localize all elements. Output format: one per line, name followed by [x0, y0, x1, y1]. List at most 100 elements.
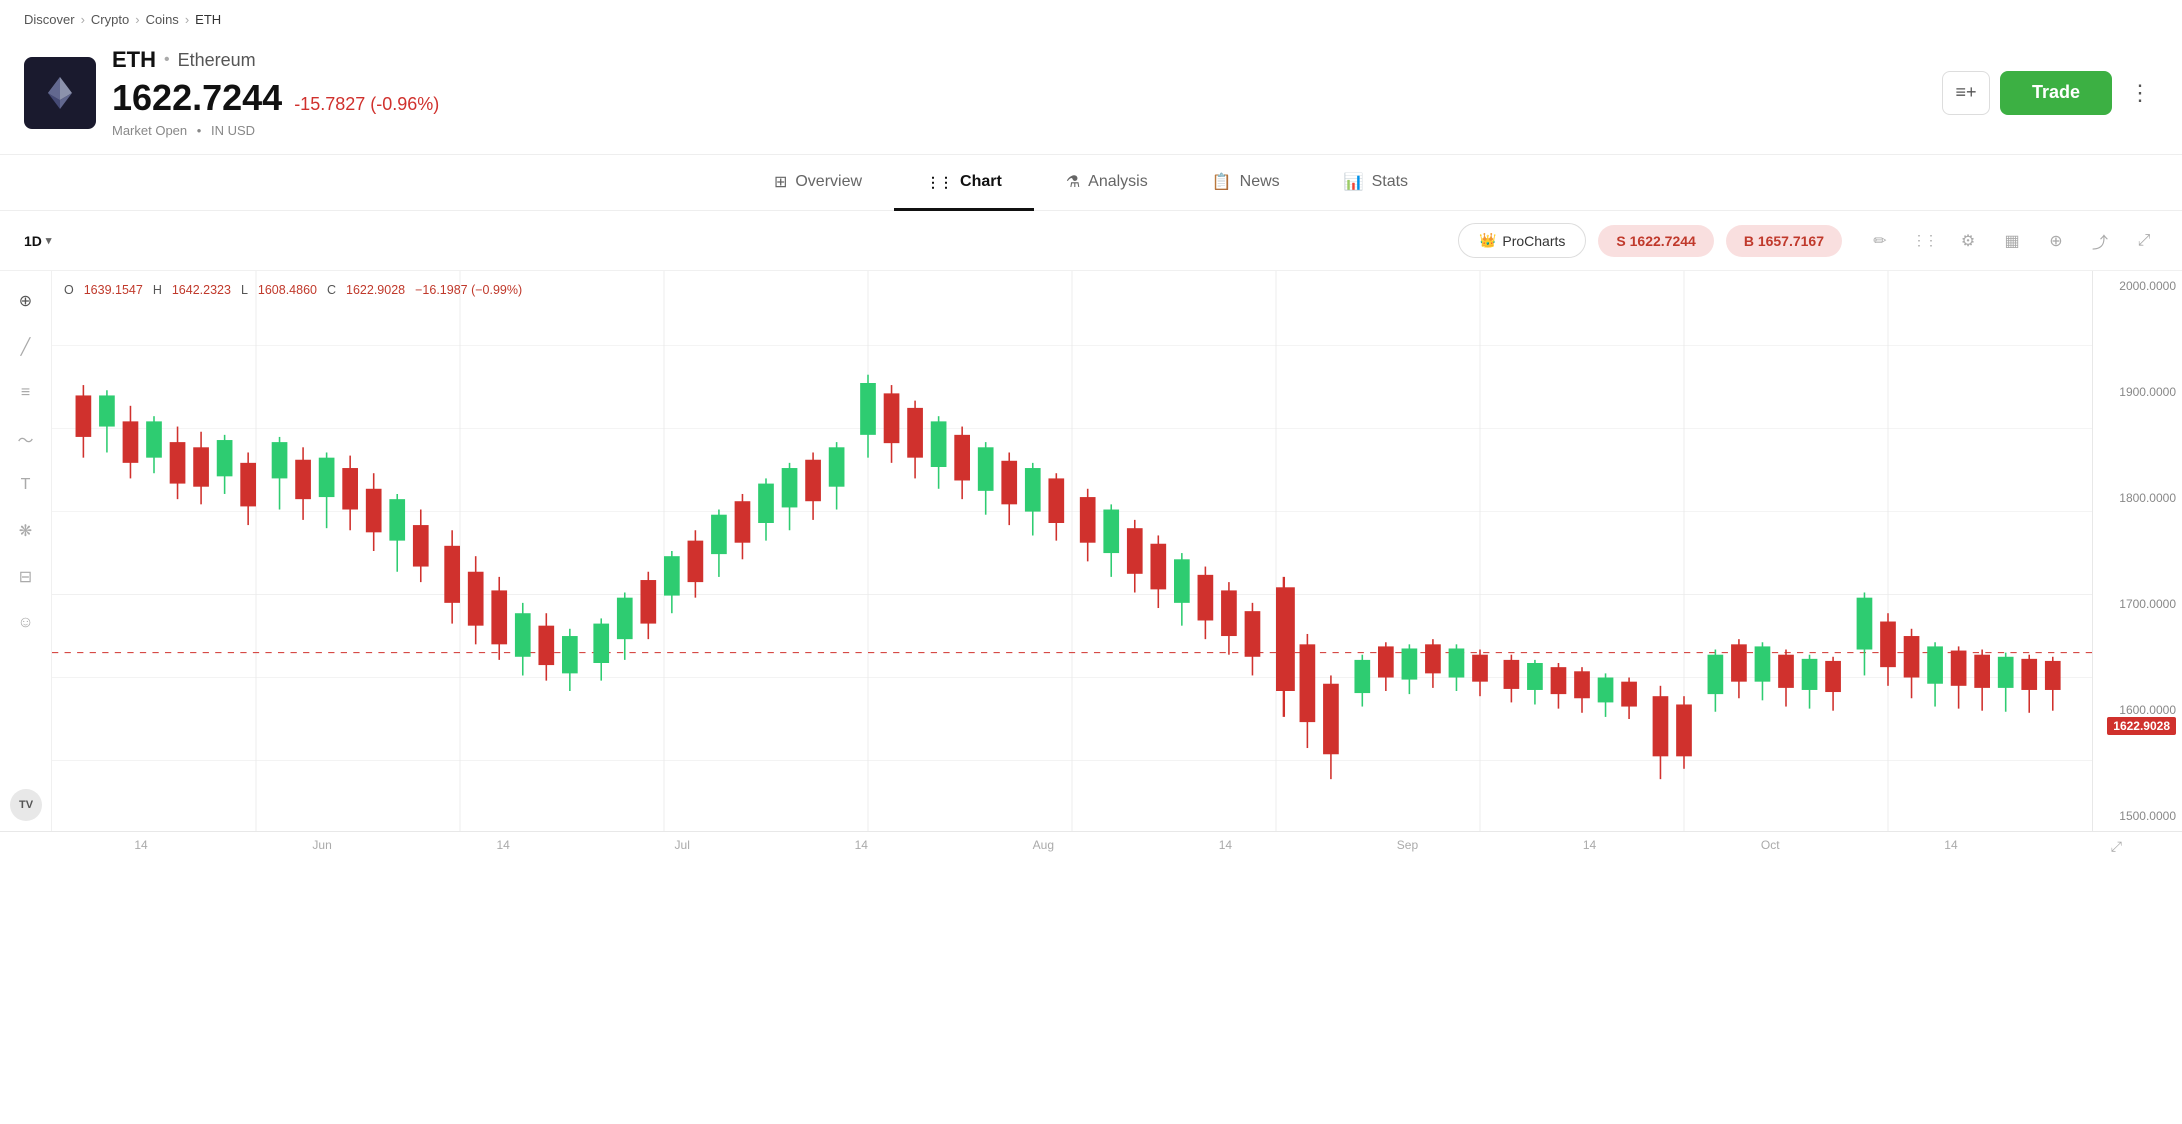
emoji-tool[interactable]: ☺: [10, 609, 42, 637]
tab-overview-label: Overview: [795, 173, 862, 191]
price-level-1500: 1500.0000: [2099, 809, 2176, 823]
eth-logo: [24, 57, 96, 129]
ohlc-l-label: L: [241, 283, 248, 297]
left-tools: ⊕ ╱ ≡ 〜 T ❋ TV ⊟ ☺: [0, 271, 52, 831]
price: 1622.7244: [112, 77, 282, 119]
overview-icon: ⊞: [774, 172, 787, 192]
ohlc-o-val: 1639.1547: [84, 283, 143, 297]
crosshair-tool[interactable]: ⊕: [10, 287, 42, 315]
date-label-14b: 14: [496, 838, 509, 855]
ohlc-h-label: H: [153, 283, 162, 297]
date-label-jun: Jun: [312, 838, 331, 855]
procharts-label: ProCharts: [1502, 233, 1565, 249]
current-price-badge: 1622.9028: [2107, 717, 2176, 735]
tab-stats-label: Stats: [1372, 173, 1408, 191]
tab-stats[interactable]: 📊 Stats: [1312, 156, 1440, 211]
market-row: Market Open • IN USD: [112, 123, 1942, 138]
dot-separator: •: [164, 51, 170, 69]
list-plus-icon: ≡+: [1955, 82, 1976, 103]
ohlc-h-val: 1642.2323: [172, 283, 231, 297]
breadcrumb-crypto[interactable]: Crypto: [91, 12, 129, 27]
more-options-button[interactable]: ⋮: [2122, 71, 2158, 115]
timeframe-value: 1D: [24, 233, 42, 249]
buy-button[interactable]: B 1657.7167: [1726, 225, 1842, 257]
curve-tool[interactable]: 〜: [10, 425, 42, 453]
ohlc-change: −16.1987 (−0.99%): [415, 283, 522, 297]
line-tool[interactable]: ╱: [10, 333, 42, 361]
breadcrumb-coins[interactable]: Coins: [146, 12, 179, 27]
date-label-aug: Aug: [1033, 838, 1054, 855]
sell-button[interactable]: S 1622.7244: [1598, 225, 1713, 257]
expand-date-icon[interactable]: ⤢: [2040, 838, 2130, 855]
date-label-14d: 14: [1219, 838, 1232, 855]
price-level-1800: 1800.0000: [2099, 491, 2176, 505]
breadcrumb-sep-2: ›: [135, 12, 139, 27]
candlestick-chart: [52, 271, 2092, 831]
header: ETH • Ethereum 1622.7244 -15.7827 (-0.96…: [0, 39, 2182, 155]
settings-icon[interactable]: ⚙: [1954, 227, 1982, 255]
date-label-oct: Oct: [1761, 838, 1780, 855]
chart-main: O 1639.1547 H 1642.2323 L 1608.4860 C 16…: [52, 271, 2092, 831]
sliders-tool[interactable]: ⊟: [10, 563, 42, 591]
plus-circle-icon[interactable]: ⊕: [2042, 227, 2070, 255]
tab-news[interactable]: 📋 News: [1180, 156, 1312, 211]
timeframe-arrow: ▾: [46, 234, 52, 247]
news-icon: 📋: [1212, 172, 1232, 192]
date-label-14f: 14: [1944, 838, 1957, 855]
watchlist-button[interactable]: ≡+: [1942, 71, 1990, 115]
name-row: ETH • Ethereum: [112, 47, 1942, 73]
price-level-1700: 1700.0000: [2099, 597, 2176, 611]
bar-chart-icon[interactable]: ▦: [1998, 227, 2026, 255]
ohlc-c-val: 1622.9028: [346, 283, 405, 297]
ohlc-l-val: 1608.4860: [258, 283, 317, 297]
nodes-tool[interactable]: ❋: [10, 517, 42, 545]
chart-toolbar: 1D ▾ 👑 ProCharts S 1622.7244 B 1657.7167…: [0, 211, 2182, 271]
tab-chart[interactable]: ⋮⋮ Chart: [894, 156, 1034, 211]
date-label-14e: 14: [1583, 838, 1596, 855]
price-level-1600: 1600.0000: [2099, 703, 2176, 717]
ohlc-bar: O 1639.1547 H 1642.2323 L 1608.4860 C 16…: [64, 283, 522, 297]
breadcrumb: Discover › Crypto › Coins › ETH: [0, 0, 2182, 39]
ticker: ETH: [112, 47, 156, 73]
ohlc-o-label: O: [64, 283, 74, 297]
header-actions: ≡+ Trade ⋮: [1942, 71, 2158, 115]
breadcrumb-discover[interactable]: Discover: [24, 12, 75, 27]
price-level-1900: 1900.0000: [2099, 385, 2176, 399]
breadcrumb-eth: ETH: [195, 12, 221, 27]
date-label-14a: 14: [134, 838, 147, 855]
tab-news-label: News: [1240, 173, 1280, 191]
pencil-icon[interactable]: ✏: [1866, 227, 1894, 255]
text-tool[interactable]: T: [10, 471, 42, 499]
breadcrumb-sep-3: ›: [185, 12, 189, 27]
date-label-sep: Sep: [1397, 838, 1418, 855]
tradingview-watermark: TV: [10, 789, 42, 821]
date-label-jul: Jul: [675, 838, 690, 855]
currency: IN USD: [211, 123, 255, 138]
date-label-14c: 14: [855, 838, 868, 855]
horizontal-line-tool[interactable]: ≡: [10, 379, 42, 407]
tab-analysis[interactable]: ⚗ Analysis: [1034, 156, 1180, 211]
date-axis-container: 14 Jun 14 Jul 14 Aug 14 Sep 14 Oct 14 ⤢: [0, 831, 2182, 861]
price-change: -15.7827 (-0.96%): [294, 94, 439, 115]
price-row: 1622.7244 -15.7827 (-0.96%): [112, 77, 1942, 119]
tab-chart-label: Chart: [960, 173, 1002, 191]
share-icon[interactable]: ⤴: [2086, 227, 2114, 255]
procharts-button[interactable]: 👑 ProCharts: [1458, 223, 1586, 258]
expand-icon[interactable]: ⤢: [2130, 227, 2158, 255]
market-status: Market Open: [112, 123, 187, 138]
trade-button[interactable]: Trade: [2000, 71, 2112, 115]
analysis-icon: ⚗: [1066, 172, 1080, 192]
date-axis: 14 Jun 14 Jul 14 Aug 14 Sep 14 Oct 14: [52, 838, 2040, 855]
breadcrumb-sep-1: ›: [81, 12, 85, 27]
market-dot: •: [197, 123, 202, 138]
candles-icon[interactable]: ⋮⋮: [1910, 227, 1938, 255]
header-info: ETH • Ethereum 1622.7244 -15.7827 (-0.96…: [112, 47, 1942, 138]
timeframe-selector[interactable]: 1D ▾: [24, 233, 51, 249]
stats-icon: 📊: [1344, 172, 1364, 192]
price-scale: 2000.0000 1900.0000 1800.0000 1700.0000 …: [2092, 271, 2182, 831]
tab-analysis-label: Analysis: [1088, 173, 1148, 191]
full-name: Ethereum: [178, 50, 256, 71]
crown-icon: 👑: [1479, 232, 1496, 249]
tab-overview[interactable]: ⊞ Overview: [742, 156, 894, 211]
eth-logo-svg: [40, 73, 80, 113]
